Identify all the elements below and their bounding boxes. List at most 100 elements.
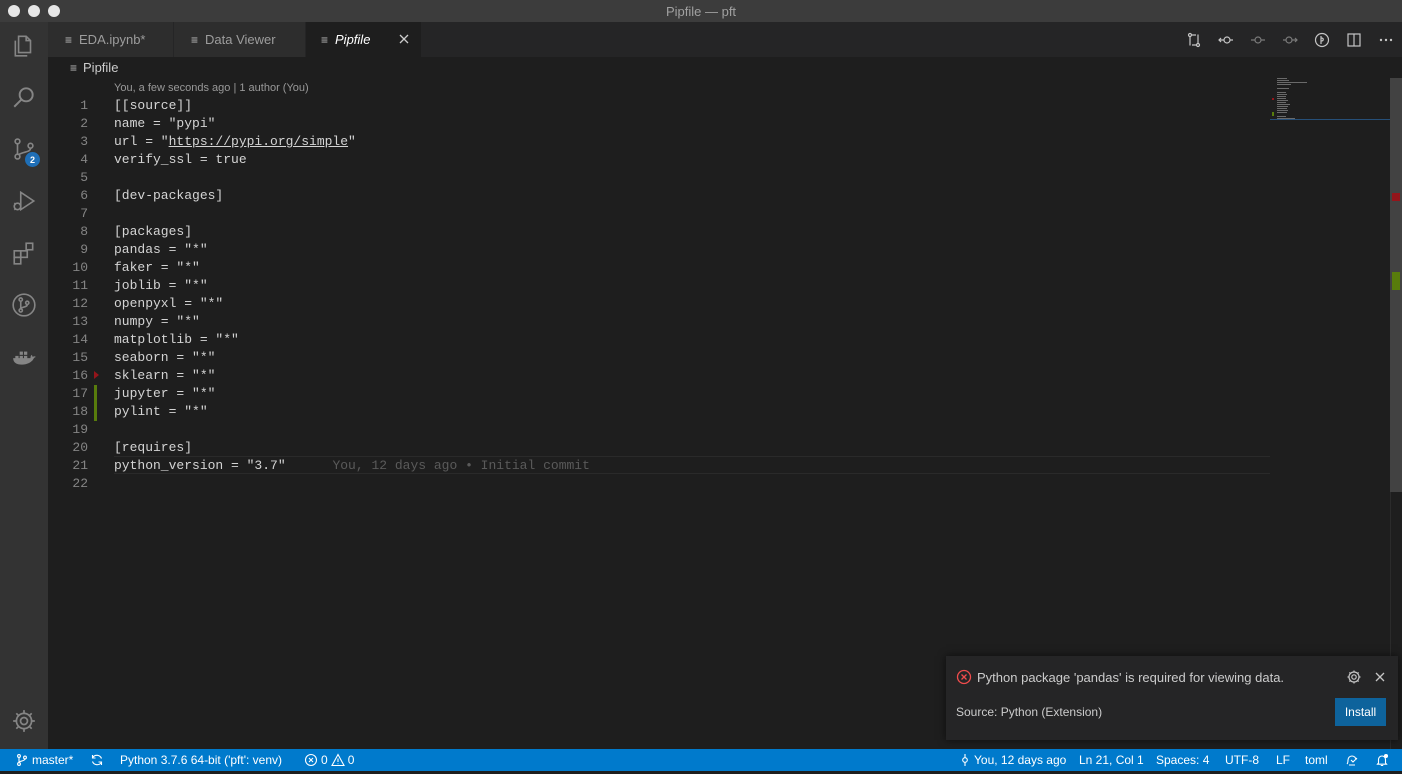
codelens-authors[interactable]: You, a few seconds ago | 1 author (You) (114, 82, 309, 94)
code-text[interactable]: sklearn = "*" (114, 367, 215, 385)
code-line[interactable]: 6 [dev-packages] (48, 187, 1270, 205)
split-editor-icon[interactable] (1338, 22, 1370, 57)
error-count: 0 (321, 753, 328, 767)
code-text[interactable]: url = "https://pypi.org/simple" (114, 133, 356, 151)
extensions-icon[interactable] (0, 229, 48, 277)
code-editor[interactable]: 1 [[source]] 2 name = "pypi" 3 url = "https:/… (48, 97, 1388, 747)
code-text[interactable]: python_version = "3.7" You, 12 days ago … (114, 457, 590, 475)
code-line[interactable]: 17 jupyter = "*" (48, 385, 1270, 403)
docker-icon[interactable] (0, 333, 48, 381)
cursor-position[interactable]: Ln 21, Col 1 (1079, 749, 1144, 771)
code-text-content: verify_ssl = true (114, 152, 247, 167)
commit-icon[interactable] (1242, 22, 1274, 57)
file-lines-icon: ≡ (70, 60, 78, 75)
branch-indicator[interactable]: master* (15, 749, 73, 771)
breadcrumb[interactable]: ≡ Pipfile (70, 60, 118, 75)
notification-settings-icon[interactable] (1346, 669, 1362, 685)
warning-icon (330, 753, 345, 767)
code-text[interactable]: [packages] (114, 223, 192, 241)
code-text-suffix: " (348, 134, 356, 149)
end-of-line[interactable]: LF (1276, 749, 1290, 771)
code-text-content: [requires] (114, 440, 193, 455)
code-line[interactable]: 7 (48, 205, 1270, 223)
minimap[interactable] (1270, 78, 1390, 126)
feedback-button[interactable] (1345, 749, 1359, 771)
python-interpreter[interactable]: Python 3.7.6 64-bit ('pft': venv) (120, 749, 282, 771)
code-text[interactable]: pandas = "*" (114, 241, 208, 259)
close-tab-icon[interactable] (397, 32, 411, 46)
code-line[interactable]: 13 numpy = "*" (48, 313, 1270, 331)
code-text[interactable]: seaborn = "*" (114, 349, 215, 367)
encoding[interactable]: UTF-8 (1225, 749, 1259, 771)
code-line[interactable]: 21 python_version = "3.7" You, 12 days ag… (48, 457, 1270, 475)
code-text-content: python_version = "3.7" (114, 458, 286, 473)
code-line[interactable]: 3 url = "https://pypi.org/simple" (48, 133, 1270, 151)
code-text[interactable]: [dev-packages] (114, 187, 223, 205)
code-text[interactable]: [[source]] (114, 97, 192, 115)
code-line[interactable]: 1 [[source]] (48, 97, 1270, 115)
activity-bar: 2 (0, 22, 48, 749)
code-text[interactable]: matplotlib = "*" (114, 331, 239, 349)
settings-gear-icon[interactable] (0, 697, 48, 745)
file-lines-icon: ≡ (321, 32, 329, 47)
code-line[interactable]: 2 name = "pypi" (48, 115, 1270, 133)
source-url-link[interactable]: https://pypi.org/simple (169, 134, 348, 149)
open-changes-icon[interactable] (1178, 22, 1210, 57)
editor-actions (1178, 22, 1402, 57)
code-text[interactable]: [requires] (114, 439, 192, 457)
tab-bar: ≡ EDA.ipynb* ≡ Data Viewer ≡ Pipfile (48, 22, 1402, 57)
line-number: 9 (80, 242, 88, 257)
code-line[interactable]: 4 verify_ssl = true (48, 151, 1270, 169)
notification-toast: Python package 'pandas' is required for … (946, 656, 1398, 740)
code-line[interactable]: 16 sklearn = "*" (48, 367, 1270, 385)
code-line[interactable]: 20 [requires] (48, 439, 1270, 457)
code-line[interactable]: 5 (48, 169, 1270, 187)
close-notification-icon[interactable] (1372, 669, 1388, 685)
breadcrumb-file[interactable]: Pipfile (83, 60, 118, 75)
next-change-icon[interactable] (1274, 22, 1306, 57)
code-text[interactable]: jupyter = "*" (114, 385, 215, 403)
code-text[interactable]: numpy = "*" (114, 313, 200, 331)
code-line[interactable]: 14 matplotlib = "*" (48, 331, 1270, 349)
problems-indicator[interactable]: 0 0 (304, 749, 354, 771)
git-blame-status[interactable]: You, 12 days ago (958, 749, 1066, 771)
code-text[interactable]: joblib = "*" (114, 277, 208, 295)
previous-change-icon[interactable] (1210, 22, 1242, 57)
code-text[interactable]: faker = "*" (114, 259, 200, 277)
code-line[interactable]: 9 pandas = "*" (48, 241, 1270, 259)
git-lens-icon[interactable] (1306, 22, 1338, 57)
code-line[interactable]: 22 (48, 475, 1270, 493)
more-actions-icon[interactable] (1370, 22, 1402, 57)
code-text[interactable]: pylint = "*" (114, 403, 208, 421)
sync-button[interactable] (90, 749, 104, 771)
code-line[interactable]: 11 joblib = "*" (48, 277, 1270, 295)
notifications-button[interactable] (1375, 749, 1389, 771)
code-line[interactable]: 15 seaborn = "*" (48, 349, 1270, 367)
tab-eda-notebook[interactable]: ≡ EDA.ipynb* (48, 22, 173, 57)
code-text-content: joblib = "*" (114, 278, 208, 293)
code-text[interactable]: openpyxl = "*" (114, 295, 223, 313)
code-line[interactable]: 8 [packages] (48, 223, 1270, 241)
code-line[interactable]: 12 openpyxl = "*" (48, 295, 1270, 313)
code-text[interactable]: verify_ssl = true (114, 151, 247, 169)
code-text-content: openpyxl = "*" (114, 296, 224, 311)
code-line[interactable]: 18 pylint = "*" (48, 403, 1270, 421)
code-line[interactable]: 10 faker = "*" (48, 259, 1270, 277)
indentation[interactable]: Spaces: 4 (1156, 749, 1209, 771)
tab-data-viewer[interactable]: ≡ Data Viewer (174, 22, 305, 57)
code-text-content: numpy = "*" (114, 314, 200, 329)
code-line[interactable]: 19 (48, 421, 1270, 439)
search-icon[interactable] (0, 73, 48, 121)
overview-ruler-deletion (1392, 193, 1400, 201)
explorer-icon[interactable] (0, 22, 48, 70)
tab-label: EDA.ipynb* (79, 32, 146, 47)
code-text[interactable]: name = "pypi" (114, 115, 215, 133)
git-graph-icon[interactable] (0, 281, 48, 329)
line-number: 7 (80, 206, 88, 221)
install-button[interactable]: Install (1335, 698, 1386, 726)
code-text-content: [dev-packages] (114, 188, 224, 203)
source-control-icon[interactable]: 2 (0, 125, 48, 173)
tab-pipfile[interactable]: ≡ Pipfile (306, 22, 421, 57)
run-debug-icon[interactable] (0, 177, 48, 225)
language-mode[interactable]: toml (1305, 749, 1328, 771)
